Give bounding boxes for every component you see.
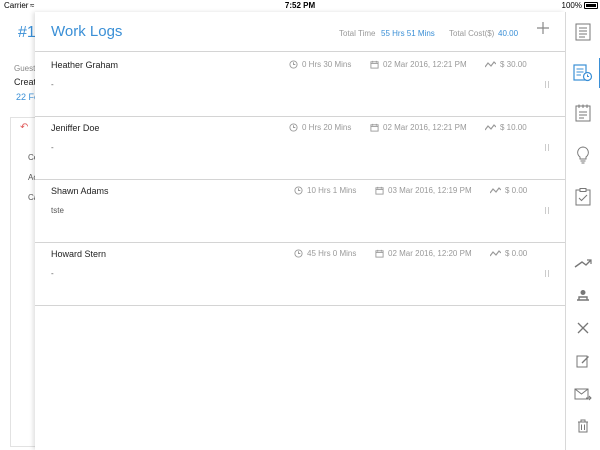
close-icon[interactable] xyxy=(572,317,594,339)
plus-icon xyxy=(537,22,549,34)
log-duration-text: 45 Hrs 0 Mins xyxy=(307,249,357,258)
drag-handle-icon[interactable] xyxy=(545,270,549,277)
total-cost-value: 40.00 xyxy=(498,29,519,38)
log-note: - xyxy=(51,269,54,278)
work-log-icon[interactable] xyxy=(572,58,600,88)
log-duration: 10 Hrs 1 Mins xyxy=(294,186,356,195)
calendar-icon xyxy=(370,60,379,69)
lightbulb-icon[interactable] xyxy=(572,144,594,166)
work-log-row[interactable]: Howard Stern 45 Hrs 0 Mins 02 Mar 2016, … xyxy=(35,242,565,306)
total-cost-label: Total Cost($) xyxy=(449,29,495,38)
created-label: Creat xyxy=(14,77,37,87)
log-cost: $ 10.00 xyxy=(485,123,527,132)
log-cost: $ 0.00 xyxy=(490,186,527,195)
log-duration: 45 Hrs 0 Mins xyxy=(294,249,356,258)
page-title: Work Logs xyxy=(51,23,123,40)
log-date: 02 Mar 2016, 12:21 PM xyxy=(370,60,467,69)
add-work-log-button[interactable] xyxy=(535,21,551,37)
status-bar: Carrier ≈ 7:52 PM 100% xyxy=(0,0,600,12)
calendar-icon xyxy=(375,249,384,258)
clock-icon xyxy=(294,186,303,195)
log-cost-text: $ 30.00 xyxy=(500,60,527,69)
calendar-icon xyxy=(370,123,379,132)
log-note: tste xyxy=(51,206,64,215)
money-icon xyxy=(490,249,501,256)
log-note: - xyxy=(51,143,54,152)
ticket-id: #1 xyxy=(18,24,36,41)
log-duration-text: 10 Hrs 1 Mins xyxy=(307,186,357,195)
calendar-notes-icon[interactable] xyxy=(572,102,594,124)
drag-handle-icon[interactable] xyxy=(545,81,549,88)
log-cost: $ 30.00 xyxy=(485,60,527,69)
log-cost-text: $ 0.00 xyxy=(505,249,528,258)
log-agent-name: Heather Graham xyxy=(51,60,119,70)
log-duration: 0 Hrs 30 Mins xyxy=(289,60,351,69)
trash-icon[interactable] xyxy=(572,415,594,437)
work-log-row[interactable]: Shawn Adams 10 Hrs 1 Mins 03 Mar 2016, 1… xyxy=(35,179,565,243)
calendar-icon xyxy=(375,186,384,195)
log-date-text: 03 Mar 2016, 12:19 PM xyxy=(388,186,472,195)
log-date: 03 Mar 2016, 12:19 PM xyxy=(375,186,472,195)
clock: 7:52 PM xyxy=(284,1,316,10)
total-time-value: 55 Hrs 51 Mins xyxy=(381,29,435,38)
edit-icon[interactable] xyxy=(572,350,594,372)
panel-header: Work Logs Total Time 55 Hrs 51 Mins Tota… xyxy=(35,12,565,52)
forward-icon[interactable] xyxy=(572,253,594,275)
clock-icon xyxy=(289,60,298,69)
checklist-icon[interactable] xyxy=(572,186,594,208)
money-icon xyxy=(485,60,496,67)
clock-icon xyxy=(294,249,303,258)
drag-handle-icon[interactable] xyxy=(545,144,549,151)
log-duration-text: 0 Hrs 20 Mins xyxy=(302,123,352,132)
log-cost: $ 0.00 xyxy=(490,249,527,258)
money-icon xyxy=(485,123,496,130)
assign-icon[interactable] xyxy=(572,285,594,307)
total-time-label: Total Time xyxy=(339,29,376,38)
log-date-text: 02 Mar 2016, 12:21 PM xyxy=(383,123,467,132)
log-cost-text: $ 0.00 xyxy=(505,186,528,195)
log-note: - xyxy=(51,80,54,89)
clock-icon xyxy=(289,123,298,132)
log-agent-name: Howard Stern xyxy=(51,249,107,259)
work-log-row[interactable]: Jeniffer Doe 0 Hrs 20 Mins 02 Mar 2016, … xyxy=(35,116,565,180)
log-agent-name: Jeniffer Doe xyxy=(51,123,100,133)
log-cost-text: $ 10.00 xyxy=(500,123,527,132)
battery-icon xyxy=(584,2,598,9)
log-date-text: 02 Mar 2016, 12:21 PM xyxy=(383,60,467,69)
log-date: 02 Mar 2016, 12:20 PM xyxy=(375,249,472,258)
money-icon xyxy=(490,186,501,193)
work-logs-panel: Work Logs Total Time 55 Hrs 51 Mins Tota… xyxy=(35,12,565,450)
action-sidebar xyxy=(565,12,600,450)
drag-handle-icon[interactable] xyxy=(545,207,549,214)
reply-icon[interactable]: ↶ xyxy=(20,122,28,133)
log-date-text: 02 Mar 2016, 12:20 PM xyxy=(388,249,472,258)
battery-percent: 100% xyxy=(561,1,582,10)
log-duration: 0 Hrs 20 Mins xyxy=(289,123,351,132)
log-duration-text: 0 Hrs 30 Mins xyxy=(302,60,352,69)
guest-label: Guest xyxy=(14,64,36,73)
work-log-row[interactable]: Heather Graham 0 Hrs 30 Mins 02 Mar 2016… xyxy=(35,53,565,117)
details-icon[interactable] xyxy=(572,21,594,43)
log-date: 02 Mar 2016, 12:21 PM xyxy=(370,123,467,132)
log-agent-name: Shawn Adams xyxy=(51,186,109,196)
mail-reply-icon[interactable] xyxy=(572,383,594,405)
